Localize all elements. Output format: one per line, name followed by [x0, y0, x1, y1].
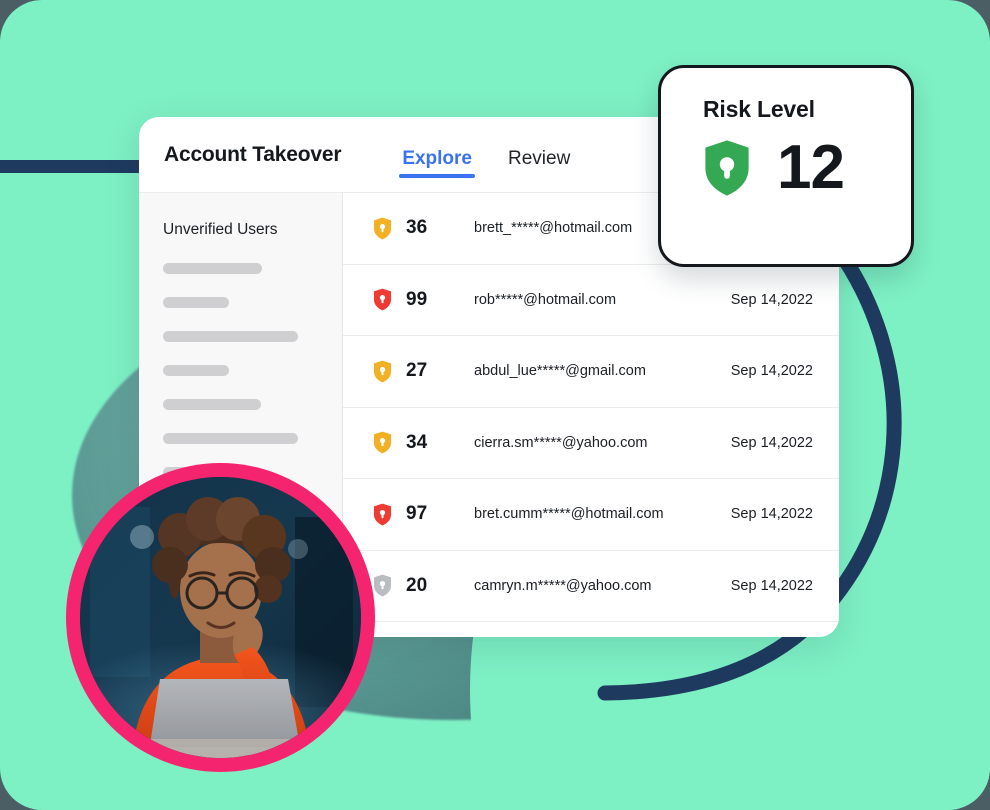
risk-score: 27 [406, 360, 428, 382]
risk-score: 34 [406, 431, 428, 453]
user-email: cierra.sm*****@yahoo.com [474, 434, 648, 451]
page-title: Account Takeover [164, 142, 342, 166]
table-row[interactable]: 99 rob*****@hotmail.com Sep 14,2022 [343, 265, 839, 336]
row-date: Sep 14,2022 [730, 363, 813, 380]
shield-icon [373, 288, 392, 311]
risk-level-value-row: 12 [703, 137, 911, 199]
avatar [66, 463, 375, 772]
sidebar-skeleton-item [163, 365, 229, 376]
shield-icon [373, 503, 392, 526]
risk-score: 99 [406, 288, 428, 310]
avatar-photo [80, 477, 361, 758]
table-row[interactable]: 20 camryn.m*****@yahoo.com Sep 14,2022 [343, 551, 839, 622]
tab-bar: Explore Review [399, 117, 603, 192]
sidebar-skeleton-item [163, 263, 262, 274]
table-row[interactable]: 97 bret.cumm*****@hotmail.com Sep 14,2022 [343, 479, 839, 551]
row-date: Sep 14,2022 [730, 434, 813, 451]
sidebar-skeleton-item [163, 297, 229, 308]
sidebar-skeleton-item [163, 399, 261, 410]
risk-level-value: 12 [777, 133, 845, 202]
sidebar-skeleton-item [163, 331, 298, 342]
table-row[interactable]: 34 cierra.sm*****@yahoo.com Sep 14,2022 [343, 408, 839, 479]
user-email: abdul_lue*****@gmail.com [474, 363, 646, 380]
row-date: Sep 14,2022 [730, 577, 813, 594]
row-date: Sep 14,2022 [730, 291, 813, 308]
shield-icon [373, 360, 392, 383]
sidebar-title: Unverified Users [163, 221, 278, 238]
risk-level-title: Risk Level [703, 96, 815, 122]
shield-icon [705, 140, 749, 196]
shield-icon [373, 574, 392, 597]
risk-level-card: Risk Level 12 [658, 65, 914, 267]
shield-icon [373, 217, 392, 240]
user-email: bret.cumm*****@hotmail.com [474, 506, 664, 523]
tab-review[interactable]: Review [505, 148, 573, 192]
row-date: Sep 14,2022 [730, 506, 813, 523]
sidebar-skeleton-item [163, 433, 298, 444]
risk-score: 20 [406, 574, 428, 596]
user-email: rob*****@hotmail.com [474, 291, 617, 308]
user-email: camryn.m*****@yahoo.com [474, 577, 652, 594]
risk-score: 97 [406, 503, 428, 525]
tab-explore[interactable]: Explore [399, 148, 475, 192]
risk-score: 36 [406, 217, 428, 239]
shield-icon [373, 431, 392, 454]
avatar-illustration [80, 477, 361, 758]
table-row[interactable]: 27 abdul_lue*****@gmail.com Sep 14,2022 [343, 336, 839, 408]
page-root: Account Takeover Explore Review Unverifi… [0, 0, 990, 810]
